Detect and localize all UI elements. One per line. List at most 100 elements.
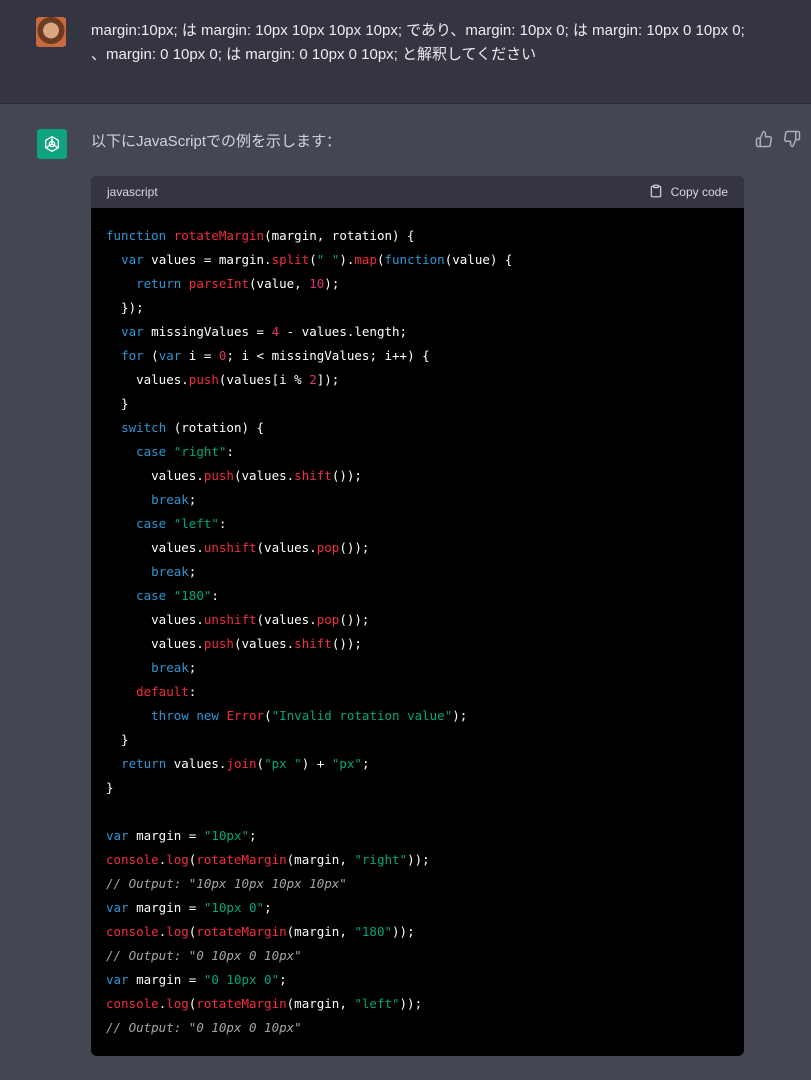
code-token: ));	[407, 852, 430, 867]
code-token: shift	[294, 468, 332, 483]
code-token: "right"	[173, 444, 227, 459]
code-line: break;	[106, 492, 196, 507]
thumbs-down-icon[interactable]	[783, 130, 801, 148]
code-token: 4	[271, 324, 280, 339]
code-token: ;	[188, 564, 197, 579]
code-token: var	[106, 828, 129, 843]
code-token: );	[452, 708, 468, 723]
code-token: rotateMargin	[196, 924, 287, 939]
code-token: break	[151, 492, 189, 507]
code-token: ));	[392, 924, 415, 939]
code-token: console	[106, 852, 159, 867]
code-token: join	[226, 756, 257, 771]
code-line: }	[106, 396, 129, 411]
thumbs-up-icon[interactable]	[755, 130, 773, 148]
code-token: unshift	[203, 540, 257, 555]
code-token: case	[136, 516, 167, 531]
code-token: - values.length;	[279, 324, 408, 339]
code-token: "left"	[173, 516, 219, 531]
code-token: missingValues =	[143, 324, 272, 339]
code-token: "10px"	[203, 828, 249, 843]
code-token: ;	[249, 828, 257, 843]
code-token: ; i < missingValues; i++) {	[226, 348, 430, 363]
code-token: });	[106, 300, 144, 315]
code-token: map	[354, 252, 377, 267]
code-token: ]);	[316, 372, 340, 387]
code-token: "right"	[354, 852, 408, 867]
code-token: (values.	[233, 636, 295, 651]
code-line: default:	[106, 684, 196, 699]
code-line: // Output: "10px 10px 10px 10px"	[106, 876, 347, 891]
code-line: values.push(values.shift());	[106, 636, 362, 651]
code-token: rotateMargin	[173, 228, 265, 243]
code-line: values.unshift(values.pop());	[106, 612, 369, 627]
code-token: (	[309, 252, 317, 267]
code-token: values.	[106, 372, 189, 387]
copy-code-button[interactable]: Copy code	[649, 184, 728, 201]
code-token: push	[203, 468, 234, 483]
code-token: margin =	[128, 828, 204, 843]
code-token: rotateMargin	[196, 852, 287, 867]
code-token: (rotation) {	[166, 420, 265, 435]
assistant-intro-text: 以下にJavaScriptでの例を示します：	[91, 133, 342, 150]
code-token: ());	[331, 468, 362, 483]
code-token: (	[143, 348, 159, 363]
code-line: case "180":	[106, 588, 219, 603]
code-token: (value) {	[444, 252, 513, 267]
code-line: switch (rotation) {	[106, 420, 264, 435]
code-language-label: javascript	[107, 185, 158, 199]
code-token: (values.	[233, 468, 295, 483]
code-token: (margin, rotation) {	[264, 228, 415, 243]
code-line: break;	[106, 564, 196, 579]
code-token: (margin,	[286, 996, 355, 1011]
code-token: switch	[121, 420, 167, 435]
code-token: for	[121, 348, 144, 363]
code-token: 10	[309, 276, 325, 291]
code-token: );	[324, 276, 340, 291]
code-token: values = margin.	[143, 252, 272, 267]
code-line: values.push(values.shift());	[106, 468, 362, 483]
code-token: default	[136, 684, 189, 699]
code-token: values.	[106, 540, 204, 555]
code-line: var margin = "10px";	[106, 828, 257, 843]
code-token: 2	[309, 372, 317, 387]
code-line: values.push(values[i % 2]);	[106, 372, 339, 387]
user-avatar	[36, 17, 66, 47]
code-token: var	[106, 972, 129, 987]
code-token: log	[166, 924, 189, 939]
code-line: return values.join("px ") + "px";	[106, 756, 369, 771]
code-line: var missingValues = 4 - values.length;	[106, 324, 407, 339]
code-token: " "	[316, 252, 340, 267]
code-token: unshift	[203, 612, 257, 627]
code-token: // Output: "0 10px 0 10px"	[106, 1020, 302, 1035]
code-token: }	[106, 396, 129, 411]
code-token: split	[271, 252, 310, 267]
code-token: pop	[316, 612, 340, 627]
code-token: function	[106, 228, 167, 243]
code-block-header: javascript Copy code	[91, 176, 744, 208]
code-token: :	[226, 444, 234, 459]
code-line: // Output: "0 10px 0 10px"	[106, 1020, 302, 1035]
code-token: values.	[166, 756, 227, 771]
clipboard-icon	[649, 184, 663, 201]
code-token: var	[121, 252, 144, 267]
code-token: pop	[316, 540, 340, 555]
code-token: "0 10px 0"	[203, 972, 280, 987]
code-token: "px "	[264, 756, 302, 771]
code-token: // Output: "0 10px 0 10px"	[106, 948, 302, 963]
code-token: :	[188, 684, 197, 699]
code-token: (value,	[249, 276, 310, 291]
code-token: ).	[339, 252, 355, 267]
code-token: "Invalid rotation value"	[271, 708, 453, 723]
